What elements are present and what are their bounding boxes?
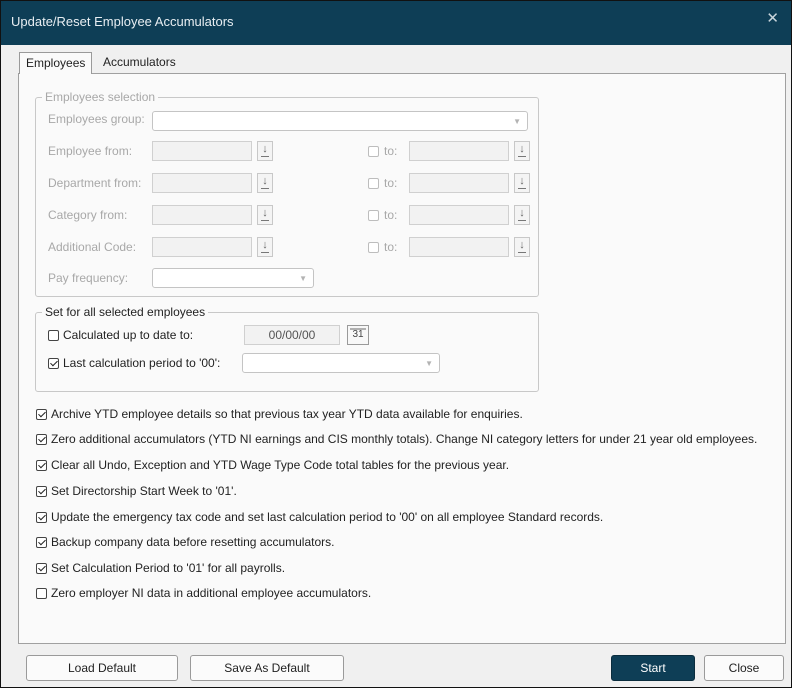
option-clear-undo-label: Clear all Undo, Exception and YTD Wage T…: [51, 458, 510, 472]
option-emergency-tax-label: Update the emergency tax code and set la…: [51, 510, 604, 524]
department-to-input[interactable]: [409, 173, 509, 193]
category-to-label: to:: [384, 208, 398, 222]
set-all-employees-group: Set for all selected employees Calculate…: [35, 305, 539, 392]
window-title: Update/Reset Employee Accumulators: [11, 14, 234, 29]
option-clear-undo-checkbox[interactable]: [36, 460, 47, 471]
start-button[interactable]: Start: [611, 655, 695, 681]
employees-tab-panel: Employees selection Employees group: ▼ E…: [18, 73, 786, 644]
pay-frequency-label: Pay frequency:: [48, 271, 129, 285]
tab-accumulators-label: Accumulators: [103, 55, 176, 69]
chevron-down-icon: ▼: [425, 359, 433, 368]
category-from-picker-button[interactable]: ↓: [257, 205, 273, 225]
employees-group-label: Employees group:: [48, 112, 145, 126]
dialog-window: Update/Reset Employee Accumulators ✕ Emp…: [0, 0, 792, 688]
calculated-up-to-date-input[interactable]: 00/00/00: [244, 325, 340, 345]
option-zero-additional-checkbox[interactable]: [36, 434, 47, 445]
employee-to-label: to:: [384, 144, 398, 158]
arrow-down-icon: ↓: [262, 143, 268, 155]
employee-from-picker-button[interactable]: ↓: [257, 141, 273, 161]
tab-accumulators[interactable]: Accumulators: [97, 52, 182, 72]
option-directorship-week-checkbox[interactable]: [36, 486, 47, 497]
calculated-up-to-checkbox[interactable]: [48, 330, 59, 341]
employees-selection-group: Employees selection Employees group: ▼ E…: [35, 90, 539, 297]
arrow-down-icon: ↓: [262, 239, 268, 251]
additional-code-to-picker-button[interactable]: ↓: [514, 237, 530, 257]
last-calc-period-label: Last calculation period to '00':: [63, 356, 221, 370]
employee-from-label: Employee from:: [48, 144, 133, 158]
arrow-down-icon: ↓: [519, 207, 525, 219]
tab-employees[interactable]: Employees: [19, 52, 93, 74]
option-archive-ytd-label: Archive YTD employee details so that pre…: [51, 407, 523, 421]
option-zero-additional-label: Zero additional accumulators (YTD NI ear…: [51, 432, 758, 446]
option-zero-employer-ni-label: Zero employer NI data in additional empl…: [51, 586, 372, 600]
arrow-down-icon: ↓: [519, 143, 525, 155]
pay-frequency-select[interactable]: ▼: [152, 268, 314, 288]
option-emergency-tax-checkbox[interactable]: [36, 512, 47, 523]
department-from-picker-button[interactable]: ↓: [257, 173, 273, 193]
calendar-icon[interactable]: 31: [347, 325, 369, 345]
load-default-button[interactable]: Load Default: [26, 655, 178, 681]
save-as-default-button[interactable]: Save As Default: [190, 655, 344, 681]
option-backup-company-label: Backup company data before resetting acc…: [51, 535, 335, 549]
category-to-checkbox[interactable]: [368, 210, 379, 221]
title-bar[interactable]: Update/Reset Employee Accumulators ✕: [1, 1, 791, 45]
arrow-down-icon: ↓: [519, 239, 525, 251]
chevron-down-icon: ▼: [513, 117, 521, 126]
department-from-input[interactable]: [152, 173, 252, 193]
additional-code-to-label: to:: [384, 240, 398, 254]
arrow-down-icon: ↓: [519, 175, 525, 187]
employees-group-select[interactable]: ▼: [152, 111, 528, 131]
close-icon[interactable]: ✕: [766, 9, 779, 27]
additional-code-to-input[interactable]: [409, 237, 509, 257]
calculated-up-to-label: Calculated up to date to:: [63, 328, 194, 342]
department-to-label: to:: [384, 176, 398, 190]
chevron-down-icon: ▼: [299, 274, 307, 283]
set-all-legend: Set for all selected employees: [42, 305, 209, 319]
additional-code-from-input[interactable]: [152, 237, 252, 257]
employee-from-input[interactable]: [152, 141, 252, 161]
option-calc-period-label: Set Calculation Period to '01' for all p…: [51, 561, 286, 575]
close-button[interactable]: Close: [704, 655, 784, 681]
tab-employees-label: Employees: [26, 56, 86, 70]
employee-to-input[interactable]: [409, 141, 509, 161]
option-directorship-week-label: Set Directorship Start Week to '01'.: [51, 484, 237, 498]
last-calc-period-checkbox[interactable]: [48, 358, 59, 369]
last-calc-period-select[interactable]: ▼: [242, 353, 440, 373]
category-to-picker-button[interactable]: ↓: [514, 205, 530, 225]
department-to-picker-button[interactable]: ↓: [514, 173, 530, 193]
option-backup-company-checkbox[interactable]: [36, 537, 47, 548]
option-archive-ytd-checkbox[interactable]: [36, 409, 47, 420]
category-from-input[interactable]: [152, 205, 252, 225]
category-to-input[interactable]: [409, 205, 509, 225]
department-to-checkbox[interactable]: [368, 178, 379, 189]
employees-selection-legend: Employees selection: [42, 90, 159, 104]
additional-code-label: Additional Code:: [48, 240, 137, 254]
option-zero-employer-ni-checkbox[interactable]: [36, 588, 47, 599]
additional-code-from-picker-button[interactable]: ↓: [257, 237, 273, 257]
option-calc-period-checkbox[interactable]: [36, 563, 47, 574]
category-from-label: Category from:: [48, 208, 128, 222]
employee-to-picker-button[interactable]: ↓: [514, 141, 530, 161]
additional-code-to-checkbox[interactable]: [368, 242, 379, 253]
department-from-label: Department from:: [48, 176, 142, 190]
arrow-down-icon: ↓: [262, 175, 268, 187]
employee-to-checkbox[interactable]: [368, 146, 379, 157]
arrow-down-icon: ↓: [262, 207, 268, 219]
